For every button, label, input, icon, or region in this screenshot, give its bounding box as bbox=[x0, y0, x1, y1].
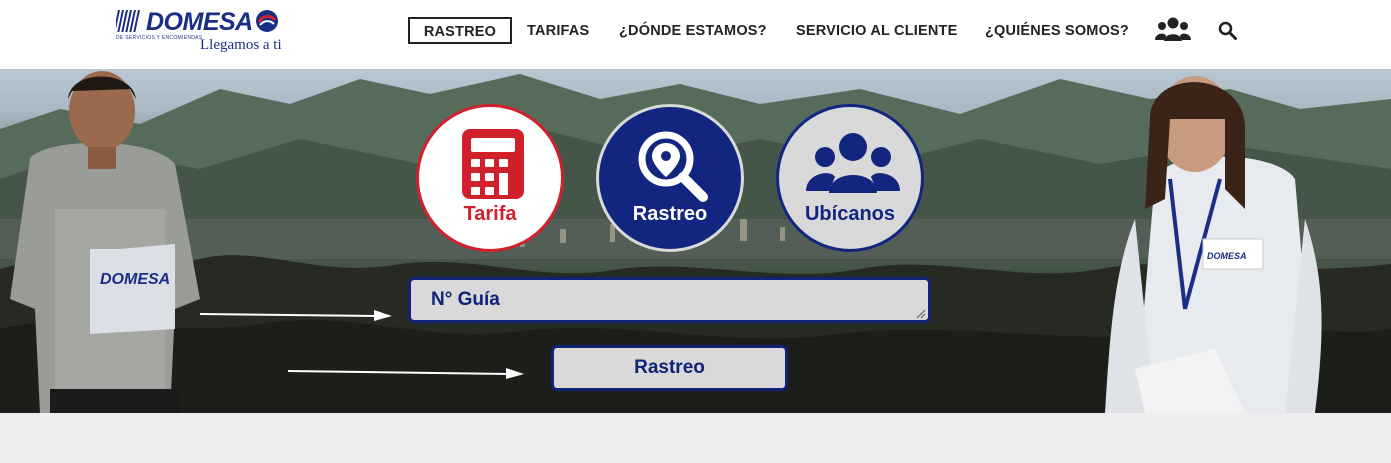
staff-woman-photo: DOMESA bbox=[1105, 76, 1322, 413]
nav-item-donde-estamos[interactable]: ¿DÓNDE ESTAMOS? bbox=[619, 0, 767, 69]
nav-item-tarifas[interactable]: TARIFAS bbox=[527, 0, 589, 69]
arrow-to-button-icon bbox=[287, 368, 524, 379]
rastreo-label: Rastreo bbox=[632, 203, 708, 225]
ubicanos-circle[interactable]: Ubícanos bbox=[776, 104, 924, 252]
resize-grip-icon[interactable] bbox=[916, 309, 926, 319]
rastreo-submit-button[interactable]: Rastreo bbox=[551, 345, 788, 391]
arrow-to-input-icon bbox=[199, 310, 392, 321]
location-search-icon bbox=[638, 131, 708, 202]
rastreo-circle[interactable]: Rastreo bbox=[596, 104, 744, 252]
hero-banner: DOMESA DOMESA Tarifa Rastreo Ubícanos N°… bbox=[0, 69, 1391, 413]
nav-item-rastreo[interactable]: RASTREO bbox=[408, 17, 512, 44]
tarifa-label: Tarifa bbox=[463, 203, 517, 225]
main-nav: RASTREO TARIFAS ¿DÓNDE ESTAMOS? SERVICIO… bbox=[0, 0, 1391, 69]
group-icon bbox=[806, 133, 900, 193]
badge-logo-text: DOMESA bbox=[1207, 251, 1247, 261]
nav-item-servicio-al-cliente[interactable]: SERVICIO AL CLIENTE bbox=[796, 0, 957, 69]
staff-man-photo: DOMESA bbox=[10, 71, 200, 413]
calculator-icon bbox=[462, 129, 524, 199]
page-content-area bbox=[0, 413, 1391, 463]
nav-item-quienes-somos[interactable]: ¿QUIÉNES SOMOS? bbox=[985, 0, 1129, 69]
site-header: DOMESA DE SERVICIOS Y ENCOMIENDAS Llegam… bbox=[0, 0, 1391, 69]
tarifa-circle[interactable]: Tarifa bbox=[416, 104, 564, 252]
shirt-logo-text: DOMESA bbox=[100, 271, 170, 288]
users-icon[interactable] bbox=[1155, 17, 1191, 43]
search-icon[interactable] bbox=[1218, 21, 1237, 40]
ubicanos-label: Ubícanos bbox=[804, 203, 896, 225]
guia-number-input[interactable] bbox=[408, 277, 931, 323]
